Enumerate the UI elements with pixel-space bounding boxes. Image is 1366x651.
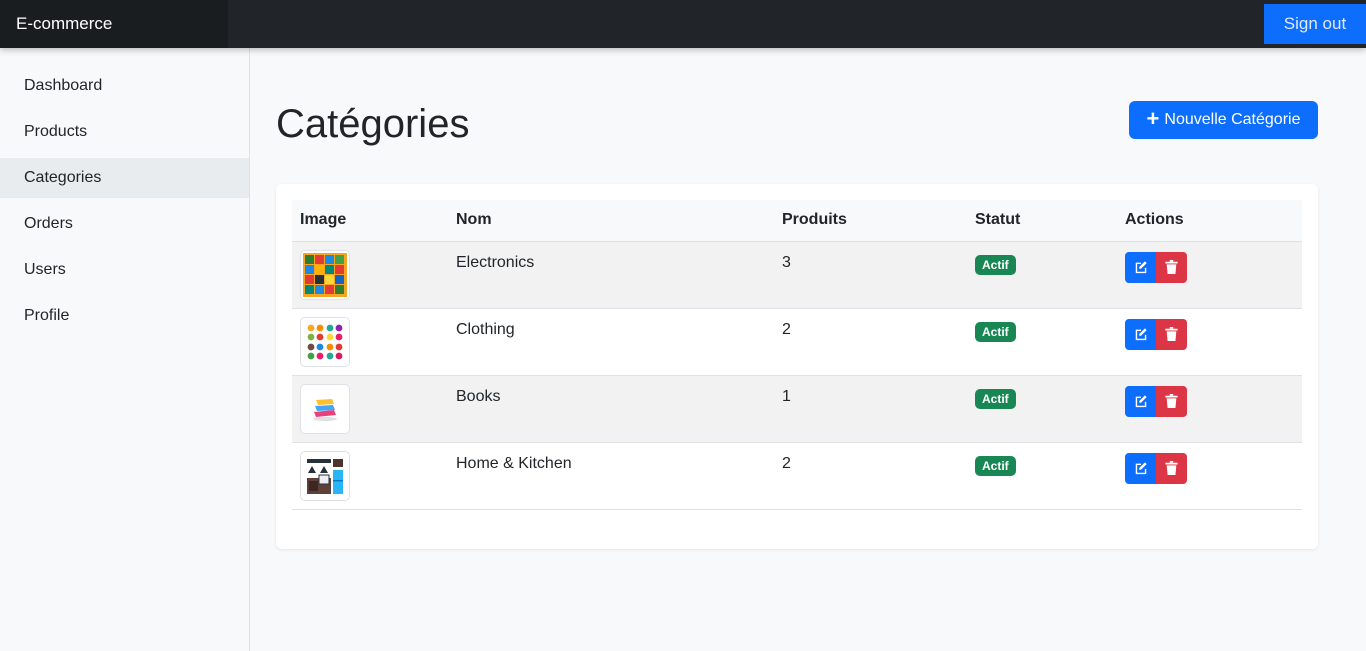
edit-icon (1135, 328, 1147, 341)
product-count: 2 (774, 308, 967, 376)
category-name: Home & Kitchen (448, 442, 774, 510)
sidebar-item-dashboard[interactable]: Dashboard (0, 66, 249, 106)
trash-icon (1165, 327, 1178, 341)
header-statut: Statut (967, 200, 1117, 242)
trash-icon (1165, 260, 1178, 274)
product-count: 1 (774, 375, 967, 443)
sidebar-item-products[interactable]: Products (0, 112, 249, 152)
top-navbar: E-commerce Sign out (0, 0, 1366, 48)
actions-cell (1117, 308, 1302, 376)
status-badge: Actif (975, 388, 1016, 409)
edit-button[interactable] (1125, 318, 1156, 350)
actions-cell (1117, 241, 1302, 309)
table-row: Home & Kitchen 2 Actif (292, 442, 1302, 510)
status-cell: Actif (967, 442, 1117, 510)
status-badge: Actif (975, 254, 1016, 275)
actions-group (1125, 452, 1294, 484)
actions-cell (1117, 375, 1302, 443)
actions-group (1125, 251, 1294, 283)
actions-group (1125, 385, 1294, 417)
category-name: Electronics (448, 241, 774, 309)
table-row: Electronics 3 Actif (292, 241, 1302, 309)
delete-button[interactable] (1156, 452, 1187, 484)
sign-out-button[interactable]: Sign out (1264, 4, 1366, 44)
edit-button[interactable] (1125, 452, 1156, 484)
brand-logo[interactable]: E-commerce (0, 0, 228, 48)
category-name: Clothing (448, 308, 774, 376)
image-cell (292, 442, 448, 510)
header-nom: Nom (448, 200, 774, 242)
trash-icon (1165, 461, 1178, 475)
edit-icon (1135, 261, 1147, 274)
kitchen-icon (300, 450, 350, 501)
main-content: Catégories + Nouvelle Catégorie Image No… (250, 48, 1366, 651)
sidebar-item-orders[interactable]: Orders (0, 204, 249, 244)
category-name: Books (448, 375, 774, 443)
status-cell: Actif (967, 375, 1117, 443)
new-category-label: Nouvelle Catégorie (1164, 111, 1301, 128)
edit-icon (1135, 395, 1147, 408)
edit-button[interactable] (1125, 251, 1156, 283)
product-count: 3 (774, 241, 967, 309)
edit-icon (1135, 462, 1147, 475)
table-row: Clothing 2 Actif (292, 308, 1302, 376)
table-header-row: Image Nom Produits Statut Actions (292, 200, 1302, 242)
sidebar-item-categories[interactable]: Categories (0, 158, 249, 198)
plus-icon: + (1146, 106, 1160, 131)
categories-table: Image Nom Produits Statut Actions Electr… (292, 200, 1302, 510)
page-title: Catégories (276, 102, 470, 146)
image-cell (292, 308, 448, 376)
books-icon (300, 383, 350, 434)
status-badge: Actif (975, 455, 1016, 476)
sidebar: Dashboard Products Categories Orders Use… (0, 48, 250, 651)
clothing-icon (300, 316, 350, 367)
header-actions: Actions (1117, 200, 1302, 242)
edit-button[interactable] (1125, 385, 1156, 417)
actions-group (1125, 318, 1294, 350)
image-cell (292, 375, 448, 443)
sidebar-item-users[interactable]: Users (0, 250, 249, 290)
status-badge: Actif (975, 321, 1016, 342)
delete-button[interactable] (1156, 385, 1187, 417)
sidebar-item-profile[interactable]: Profile (0, 296, 249, 336)
delete-button[interactable] (1156, 251, 1187, 283)
table-row: Books 1 Actif (292, 375, 1302, 443)
status-cell: Actif (967, 241, 1117, 309)
delete-button[interactable] (1156, 318, 1187, 350)
product-count: 2 (774, 442, 967, 510)
header-produits: Produits (774, 200, 967, 242)
categories-card: Image Nom Produits Statut Actions Electr… (276, 184, 1318, 549)
image-cell (292, 241, 448, 309)
electronics-icon (300, 249, 350, 300)
trash-icon (1165, 394, 1178, 408)
status-cell: Actif (967, 308, 1117, 376)
header-image: Image (292, 200, 448, 242)
new-category-button[interactable]: + Nouvelle Catégorie (1129, 101, 1318, 139)
actions-cell (1117, 442, 1302, 510)
